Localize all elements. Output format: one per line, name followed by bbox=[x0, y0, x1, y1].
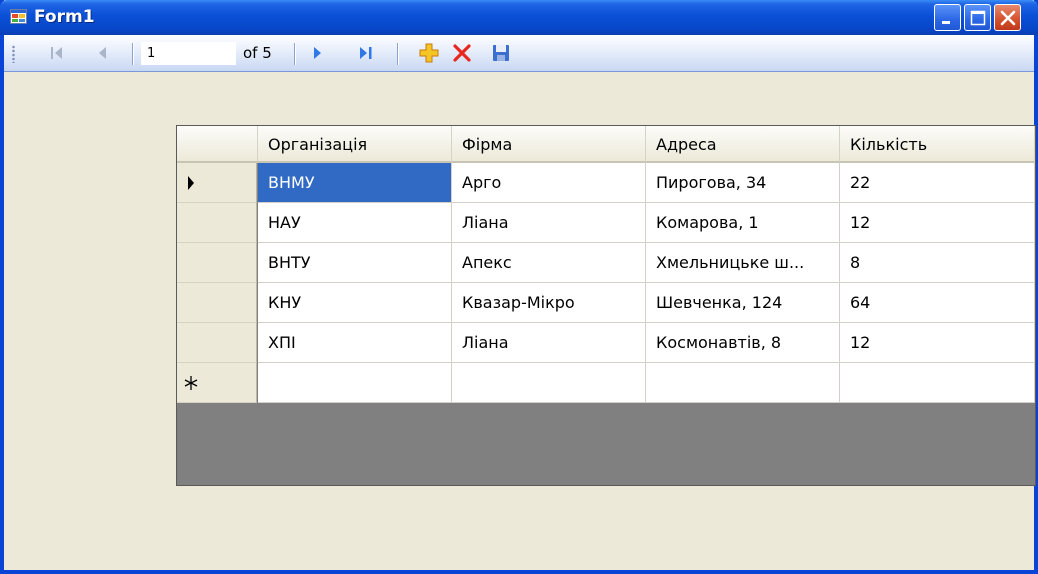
move-previous-button[interactable] bbox=[92, 42, 114, 64]
move-first-button[interactable] bbox=[46, 42, 68, 64]
column-header-quantity[interactable]: Кількість bbox=[840, 126, 1035, 163]
delete-button[interactable] bbox=[451, 42, 473, 64]
add-new-icon bbox=[419, 43, 439, 63]
toolbar-separator bbox=[397, 43, 399, 65]
grid-cell[interactable]: 12 bbox=[840, 323, 1035, 363]
move-last-icon bbox=[360, 47, 372, 59]
move-previous-icon bbox=[99, 47, 106, 59]
grid-cell[interactable]: Пирогова, 34 bbox=[646, 163, 840, 203]
grid-cell[interactable]: НАУ bbox=[258, 203, 452, 243]
column-header-address[interactable]: Адреса bbox=[646, 126, 840, 163]
delete-icon bbox=[453, 44, 471, 62]
new-row-cell[interactable] bbox=[840, 363, 1035, 403]
grid-cell[interactable]: Ліана bbox=[452, 323, 646, 363]
new-row-cell[interactable] bbox=[646, 363, 840, 403]
grid-top-left-header[interactable] bbox=[177, 126, 258, 163]
close-icon bbox=[1000, 10, 1016, 26]
toolbar-separator bbox=[294, 43, 296, 65]
grid-cell[interactable]: Квазар-Мікро bbox=[452, 283, 646, 323]
new-row-asterisk-icon bbox=[184, 376, 198, 390]
row-header[interactable] bbox=[177, 363, 257, 403]
grid-cell[interactable]: ВНМУ bbox=[258, 163, 452, 203]
grid-cell[interactable]: Арго bbox=[452, 163, 646, 203]
grid-cell[interactable]: ВНТУ bbox=[258, 243, 452, 283]
toolbar-separator bbox=[132, 43, 134, 65]
move-first-icon bbox=[51, 47, 62, 59]
grid-cell[interactable]: ХПІ bbox=[258, 323, 452, 363]
save-button[interactable] bbox=[490, 42, 512, 64]
toolbar-grip[interactable] bbox=[12, 45, 15, 63]
add-new-button[interactable] bbox=[418, 42, 440, 64]
close-button[interactable] bbox=[994, 4, 1021, 31]
current-row-arrow-icon bbox=[188, 176, 194, 190]
move-next-icon bbox=[314, 47, 321, 59]
column-header-firm[interactable]: Фірма bbox=[452, 126, 646, 163]
move-next-button[interactable] bbox=[307, 42, 329, 64]
binding-navigator-toolbar: of 5 bbox=[4, 35, 1034, 72]
grid-cell[interactable]: Космонавтів, 8 bbox=[646, 323, 840, 363]
grid-cell[interactable]: Апекс bbox=[452, 243, 646, 283]
title-bar[interactable]: Form1 bbox=[0, 0, 1038, 35]
form-window: Form1 of 5 bbox=[0, 0, 1038, 574]
grid-cell[interactable]: Шевченка, 124 bbox=[646, 283, 840, 323]
count-label: of 5 bbox=[243, 44, 272, 62]
data-grid-view[interactable]: Організація Фірма Адреса Кількість ВНМУ … bbox=[176, 125, 1036, 486]
grid-cell[interactable]: КНУ bbox=[258, 283, 452, 323]
row-header[interactable] bbox=[177, 283, 257, 323]
move-last-button[interactable] bbox=[355, 42, 377, 64]
save-icon bbox=[493, 45, 509, 61]
column-header-organization[interactable]: Організація bbox=[258, 126, 452, 163]
row-header[interactable] bbox=[177, 163, 257, 203]
new-row-cell[interactable] bbox=[452, 363, 646, 403]
row-header[interactable] bbox=[177, 203, 257, 243]
minimize-icon bbox=[942, 21, 950, 24]
maximize-icon bbox=[970, 10, 986, 26]
row-header[interactable] bbox=[177, 323, 257, 363]
grid-cell[interactable]: Хмельницьке ш... bbox=[646, 243, 840, 283]
position-input[interactable] bbox=[141, 42, 236, 65]
form-app-icon bbox=[10, 9, 27, 24]
grid-cell[interactable]: Ліана bbox=[452, 203, 646, 243]
grid-cell[interactable]: Комарова, 1 bbox=[646, 203, 840, 243]
grid-cell[interactable]: 64 bbox=[840, 283, 1035, 323]
grid-cell[interactable]: 12 bbox=[840, 203, 1035, 243]
window-title: Form1 bbox=[34, 7, 95, 27]
grid-cell[interactable]: 22 bbox=[840, 163, 1035, 203]
grid-cell[interactable]: 8 bbox=[840, 243, 1035, 283]
minimize-button[interactable] bbox=[934, 4, 961, 31]
new-row-cell[interactable] bbox=[258, 363, 452, 403]
row-header[interactable] bbox=[177, 243, 257, 283]
maximize-button[interactable] bbox=[964, 4, 991, 31]
